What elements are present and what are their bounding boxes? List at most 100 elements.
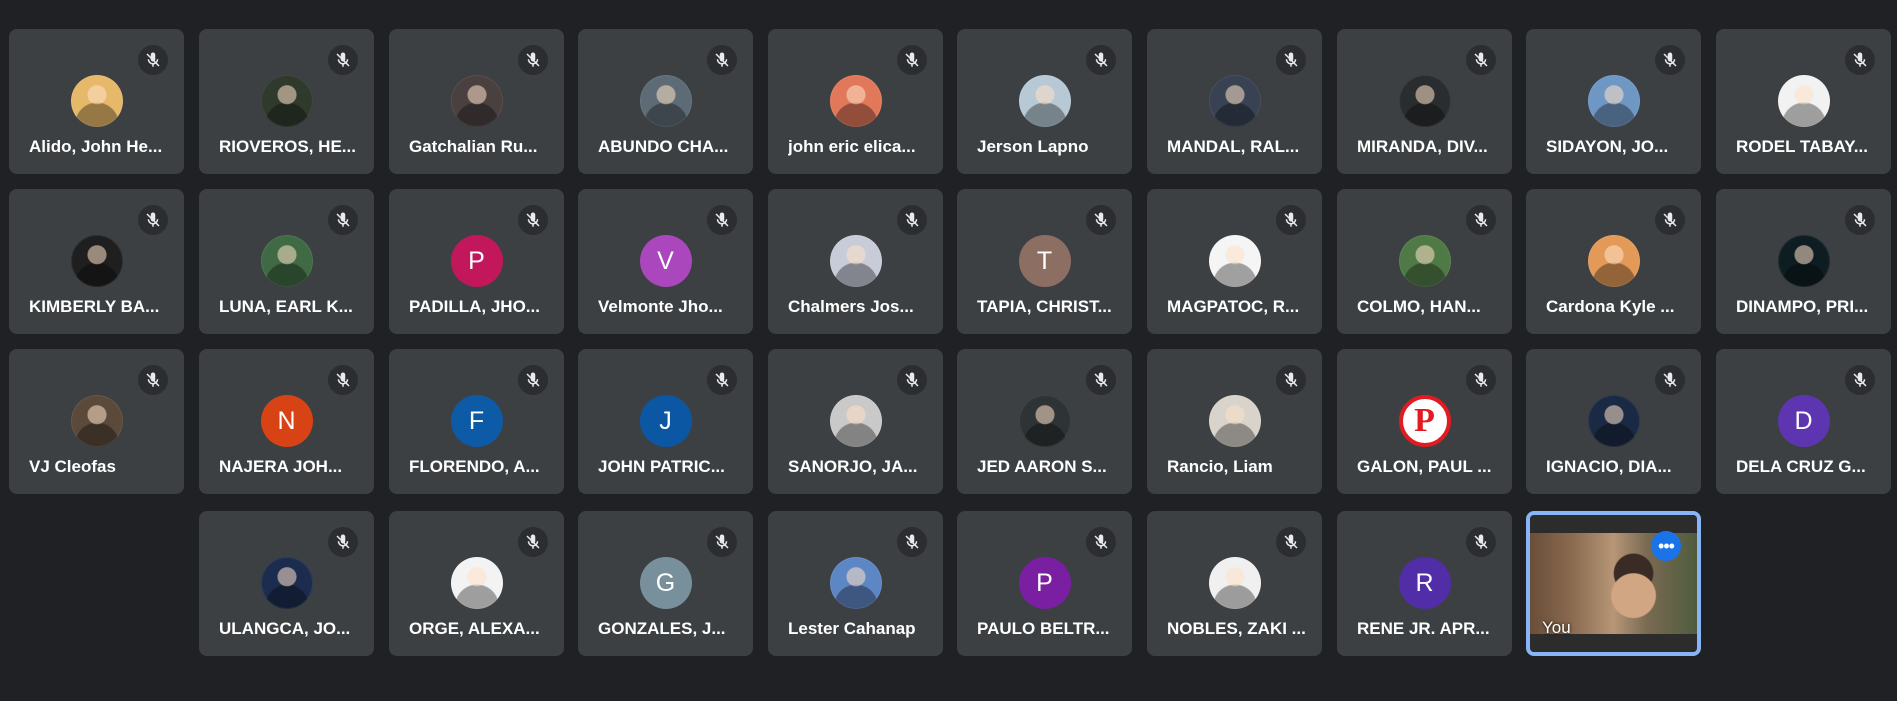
participant-tile[interactable]: Alido, John He... — [9, 29, 184, 174]
mic-off-icon — [328, 45, 358, 75]
mic-off-icon — [897, 205, 927, 235]
participant-name: Rancio, Liam — [1167, 457, 1273, 476]
participant-tile[interactable]: F FLORENDO, A... — [389, 349, 564, 494]
avatar-initial: G — [639, 557, 692, 609]
participant-name: ORGE, ALEXA... — [409, 619, 540, 638]
participant-tile[interactable]: Lester Cahanap — [768, 511, 943, 656]
participant-name: MANDAL, RAL... — [1167, 137, 1300, 156]
avatar-letter: T — [1036, 246, 1053, 275]
avatar-letter: G — [655, 568, 676, 597]
mic-off-icon — [1845, 205, 1875, 235]
avatar-photo — [260, 235, 313, 287]
avatar-photo — [450, 557, 503, 609]
mic-off-glyph — [1094, 372, 1108, 387]
mic-off-icon — [1466, 45, 1496, 75]
participant-tile[interactable]: V Velmonte Jho... — [578, 189, 753, 334]
participant-tile[interactable]: J JOHN PATRIC... — [578, 349, 753, 494]
participant-name: COLMO, HAN... — [1357, 297, 1481, 316]
participant-name: JOHN PATRIC... — [598, 457, 725, 476]
participant-tile[interactable]: VJ Cleofas — [9, 349, 184, 494]
participant-name: Alido, John He... — [29, 137, 163, 156]
participant-tile[interactable]: RODEL TABAY... — [1716, 29, 1891, 174]
mic-off-glyph — [1853, 212, 1867, 227]
participant-tile[interactable]: ORGE, ALEXA... — [389, 511, 564, 656]
mic-off-glyph — [526, 212, 540, 227]
participant-name: MIRANDA, DIV... — [1357, 137, 1488, 156]
avatar-photo — [1208, 395, 1261, 447]
participant-tile[interactable]: ABUNDO CHA... — [578, 29, 753, 174]
participant-tile[interactable]: T TAPIA, CHRIST... — [957, 189, 1132, 334]
participant-tile[interactable]: LUNA, EARL K... — [199, 189, 374, 334]
participant-name: Velmonte Jho... — [598, 297, 723, 316]
participant-tile[interactable]: N NAJERA JOH... — [199, 349, 374, 494]
participant-tile[interactable]: D DELA CRUZ G... — [1716, 349, 1891, 494]
participant-tile[interactable]: IGNACIO, DIA... — [1526, 349, 1701, 494]
avatar-photo — [1587, 395, 1640, 447]
mic-off-glyph — [905, 212, 919, 227]
mic-off-icon — [1086, 45, 1116, 75]
avatar-letter: R — [1415, 568, 1434, 597]
participant-tile[interactable]: ULANGCA, JO... — [199, 511, 374, 656]
participant-tile[interactable]: john eric elica... — [768, 29, 943, 174]
participant-tile[interactable]: MAGPATOC, R... — [1147, 189, 1322, 334]
mic-off-glyph — [1663, 212, 1677, 227]
participant-tile[interactable]: G GONZALES, J... — [578, 511, 753, 656]
participant-name: SIDAYON, JO... — [1546, 137, 1669, 156]
participant-tile[interactable]: Rancio, Liam — [1147, 349, 1322, 494]
mic-off-glyph — [715, 372, 729, 387]
avatar-initial: T — [1018, 235, 1071, 287]
mic-off-icon — [1845, 365, 1875, 395]
participant-tile[interactable]: R RENE JR. APR... — [1337, 511, 1512, 656]
mic-off-icon — [707, 527, 737, 557]
participant-name: SANORJO, JA... — [788, 457, 918, 476]
mic-off-glyph — [1284, 52, 1298, 67]
mic-off-glyph — [905, 372, 919, 387]
avatar-initial: D — [1777, 395, 1830, 447]
participant-tile[interactable]: DINAMPO, PRI... — [1716, 189, 1891, 334]
participant-name: Gatchalian Ru... — [409, 137, 538, 156]
participant-tile[interactable]: Cardona Kyle ... — [1526, 189, 1701, 334]
more-options-icon[interactable]: ••• — [1651, 531, 1681, 561]
mic-off-glyph — [1474, 534, 1488, 549]
participant-tile[interactable]: Gatchalian Ru... — [389, 29, 564, 174]
participant-tile[interactable]: P PAULO BELTR... — [957, 511, 1132, 656]
mic-off-glyph — [1663, 372, 1677, 387]
mic-off-glyph — [1474, 52, 1488, 67]
participant-tile[interactable]: SIDAYON, JO... — [1526, 29, 1701, 174]
participant-tile[interactable]: NOBLES, ZAKI ... — [1147, 511, 1322, 656]
participant-tile[interactable]: MIRANDA, DIV... — [1337, 29, 1512, 174]
mic-off-icon — [328, 527, 358, 557]
mic-off-icon — [518, 527, 548, 557]
participant-name: FLORENDO, A... — [409, 457, 540, 476]
mic-off-glyph — [1853, 372, 1867, 387]
avatar-letter: N — [277, 406, 296, 435]
mic-off-icon — [138, 45, 168, 75]
participant-name: john eric elica... — [788, 137, 916, 156]
mic-off-icon — [897, 527, 927, 557]
avatar-photo — [1587, 235, 1640, 287]
self-video-tile[interactable]: ••• You — [1526, 511, 1701, 656]
participant-tile[interactable]: SANORJO, JA... — [768, 349, 943, 494]
avatar-letter: V — [657, 246, 674, 275]
participant-tile[interactable]: JED AARON S... — [957, 349, 1132, 494]
participant-name: NOBLES, ZAKI ... — [1167, 619, 1306, 638]
participant-name: RENE JR. APR... — [1357, 619, 1490, 638]
avatar-photo — [1777, 235, 1830, 287]
mic-off-icon — [1845, 45, 1875, 75]
participant-tile[interactable]: COLMO, HAN... — [1337, 189, 1512, 334]
mic-off-icon — [1276, 365, 1306, 395]
participant-name: Cardona Kyle ... — [1546, 297, 1675, 316]
mic-off-icon — [897, 45, 927, 75]
participant-tile[interactable]: Jerson Lapno — [957, 29, 1132, 174]
participant-tile[interactable]: Chalmers Jos... — [768, 189, 943, 334]
participant-tile[interactable]: RIOVEROS, HE... — [199, 29, 374, 174]
avatar-initial: J — [639, 395, 692, 447]
participant-tile[interactable]: P GALON, PAUL ... — [1337, 349, 1512, 494]
participant-tile[interactable]: KIMBERLY BA... — [9, 189, 184, 334]
participant-name: ABUNDO CHA... — [598, 137, 729, 156]
participant-tile[interactable]: MANDAL, RAL... — [1147, 29, 1322, 174]
mic-off-glyph — [1094, 534, 1108, 549]
mic-off-glyph — [146, 52, 160, 67]
mic-off-glyph — [336, 372, 350, 387]
participant-tile[interactable]: P PADILLA, JHO... — [389, 189, 564, 334]
